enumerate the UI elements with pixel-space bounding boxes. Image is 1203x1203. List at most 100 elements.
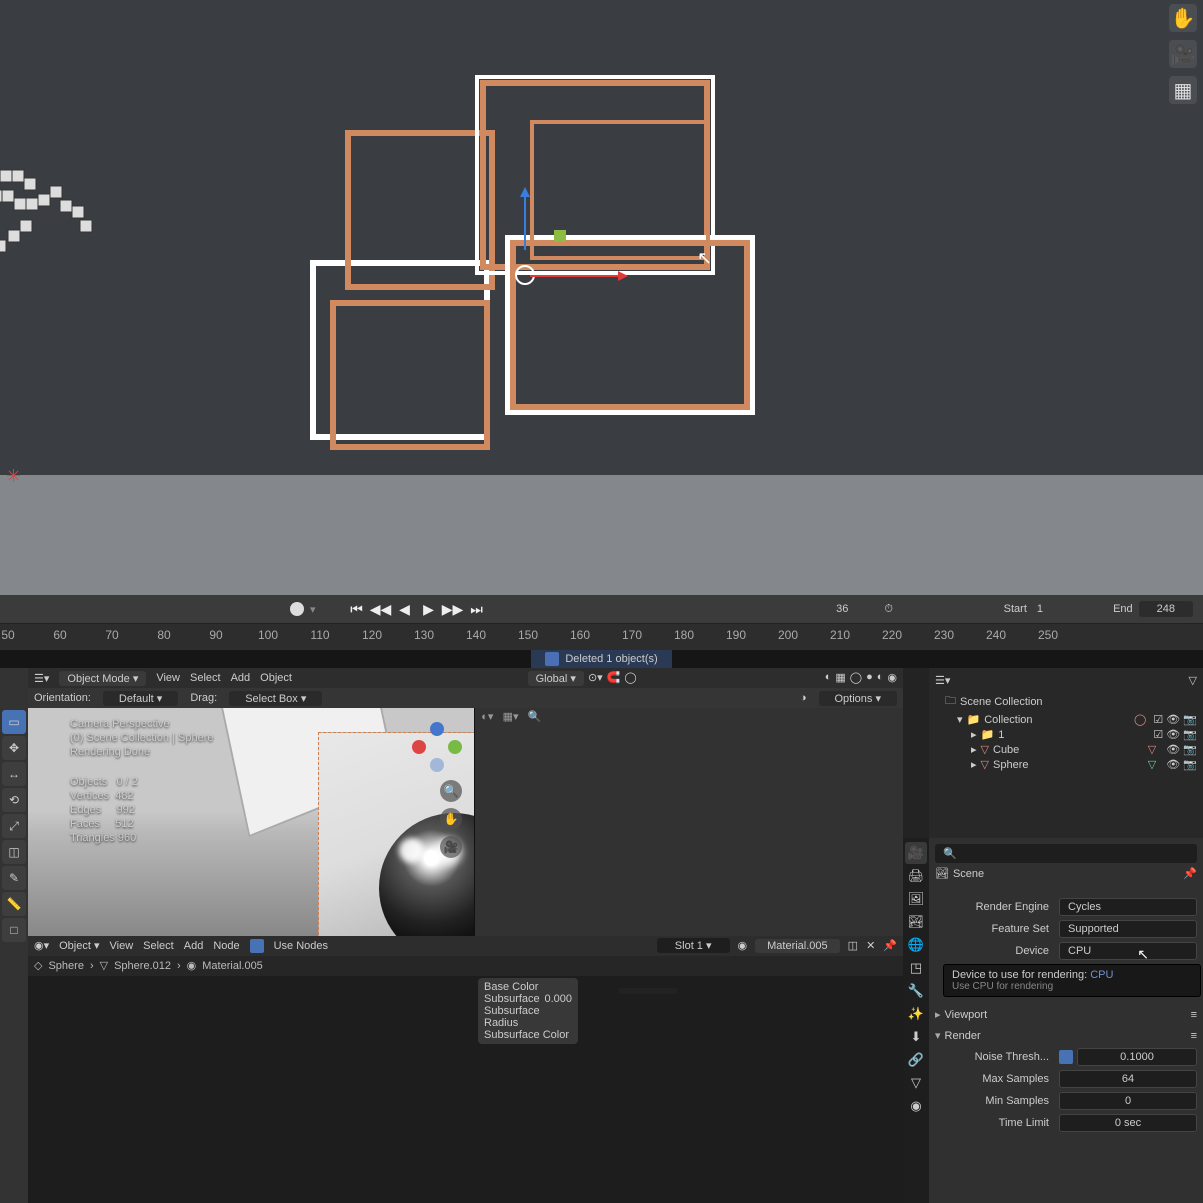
render-panel-header[interactable]: ▾Render≡ [935, 1027, 1197, 1044]
viewport-3d-top[interactable]: ↖ ✋ 🎥 ▦ ✳ [0, 0, 1203, 595]
jump-end-button[interactable]: ⏭ [468, 600, 486, 618]
select-tool[interactable]: ▭ [2, 710, 26, 734]
transform-tool[interactable]: ◫ [2, 840, 26, 864]
xray-toggle[interactable]: ▦ [835, 671, 845, 686]
annotate-tool[interactable]: ✎ [2, 866, 26, 890]
modifier-tab-icon[interactable]: 🔧 [905, 980, 927, 1002]
auto-keying-toggle[interactable] [290, 602, 304, 616]
options-popover[interactable]: Options ▾ [819, 691, 898, 706]
nav-z-icon[interactable] [430, 722, 444, 736]
nav-x-icon[interactable] [412, 740, 426, 754]
nav-gizmo[interactable] [412, 722, 462, 772]
render-tab-icon[interactable]: 🎥 [905, 842, 927, 864]
move-tool[interactable]: ↔ [2, 762, 26, 786]
transform-orientation[interactable]: Global ▾ [528, 671, 584, 686]
node-graph[interactable]: Base Color Subsurface0.000 Subsurface Ra… [28, 976, 903, 1203]
object-tab-icon[interactable]: ◳ [905, 957, 927, 979]
editor-type-icon[interactable]: ◉▾ [34, 939, 49, 952]
bc-material[interactable]: Material.005 [202, 960, 263, 972]
slot-select[interactable]: Slot 1 ▾ [657, 938, 730, 953]
outliner-row[interactable]: ▸▽Sphere ▽ 👁 📷 [935, 757, 1197, 772]
pan-icon[interactable]: ✋ [1169, 4, 1197, 32]
menu-view[interactable]: View [110, 940, 134, 952]
viewport-panel-header[interactable]: ▸Viewport≡ [935, 1006, 1197, 1023]
outliner-row[interactable]: ▸📁1 ☑ 👁 📷 [935, 727, 1197, 742]
funnel-icon[interactable]: ▽ [1189, 674, 1197, 687]
gizmo-toggle[interactable]: ◑ [800, 692, 807, 704]
menu-select[interactable]: Select [190, 672, 221, 684]
material-name[interactable]: Material.005 [755, 939, 840, 953]
min-samples-input[interactable]: 0 [1059, 1092, 1197, 1110]
drag-dropdown[interactable]: Select Box ▾ [229, 691, 322, 706]
output-node[interactable] [618, 988, 678, 994]
viewlayer-tab-icon[interactable]: 🖼 [905, 888, 927, 910]
bc-mesh[interactable]: Sphere.012 [114, 960, 171, 972]
material-users[interactable]: ◫ [848, 939, 858, 952]
keyframe-prev-button[interactable]: ◀◀ [372, 600, 390, 618]
particles-tab-icon[interactable]: ✨ [905, 1003, 927, 1025]
outliner-row[interactable]: ▾📁Collection ◯ ☑ 👁 📷 [935, 712, 1197, 727]
gizmo-x-axis[interactable] [530, 275, 620, 277]
image-editor[interactable]: ◐▾ ▦▾ 🔍 [474, 708, 903, 936]
render-engine-select[interactable]: Cycles [1059, 898, 1197, 916]
menu-select[interactable]: Select [143, 940, 174, 952]
outliner-row[interactable]: 🗀Scene Collection [935, 691, 1197, 712]
constraints-tab-icon[interactable]: 🔗 [905, 1049, 927, 1071]
snap-icon[interactable]: 🧲 [607, 671, 621, 686]
menu-object[interactable]: Object [260, 672, 292, 684]
camera-icon[interactable]: 🎥 [1169, 40, 1197, 68]
shading-solid[interactable]: ● [866, 671, 873, 686]
gizmo-y-handle[interactable] [554, 230, 566, 242]
keyframe-next-button[interactable]: ▶▶ [444, 600, 462, 618]
menu-node[interactable]: Node [213, 940, 239, 952]
gizmo-z-axis[interactable] [524, 190, 526, 250]
play-button[interactable]: ▶ [420, 600, 438, 618]
bsdf-node[interactable]: Base Color Subsurface0.000 Subsurface Ra… [478, 978, 578, 1044]
world-tab-icon[interactable]: 🌐 [905, 934, 927, 956]
scene-tab-icon[interactable]: 🏞 [905, 911, 927, 933]
camera-view-icon[interactable]: 🎥 [440, 836, 462, 858]
menu-add[interactable]: Add [231, 672, 251, 684]
menu-add[interactable]: Add [184, 940, 204, 952]
new-material-icon[interactable]: ✕ [866, 939, 875, 952]
scale-tool[interactable]: ⤢ [2, 814, 26, 838]
stopwatch-icon[interactable]: ⏱ [884, 603, 893, 616]
properties-search[interactable]: 🔍 [935, 844, 1197, 863]
filter-icon[interactable]: ☰▾ [935, 674, 950, 687]
add-cube-tool[interactable]: □ [2, 918, 26, 942]
proportional-icon[interactable]: ◯ [624, 671, 636, 686]
timeline-ruler[interactable]: 5060708090100110120130140150160170180190… [0, 623, 1203, 650]
output-tab-icon[interactable]: 🖨 [905, 865, 927, 887]
use-nodes-checkbox[interactable] [250, 939, 264, 953]
outliner-row[interactable]: ▸▽Cube ▽ 👁 📷 [935, 742, 1197, 757]
material-tab-icon[interactable]: ◉ [905, 1095, 927, 1117]
overlays-toggle[interactable]: ◐ [825, 671, 832, 686]
cursor-tool[interactable]: ✥ [2, 736, 26, 760]
menu-view[interactable]: View [156, 672, 180, 684]
end-frame-input[interactable]: 248 [1139, 601, 1193, 617]
pin-icon[interactable]: 📌 [883, 939, 897, 952]
node-mode-select[interactable]: Object ▾ [59, 939, 99, 952]
current-frame-input[interactable]: 36 [808, 601, 876, 617]
rotate-tool[interactable]: ⟲ [2, 788, 26, 812]
physics-tab-icon[interactable]: ⬇ [905, 1026, 927, 1048]
shading-wireframe[interactable]: ◯ [850, 671, 862, 686]
device-select[interactable]: CPU [1059, 942, 1197, 960]
zoom-icon[interactable]: 🔍 [440, 780, 462, 802]
noise-thresh-checkbox[interactable] [1059, 1050, 1073, 1064]
grid-icon[interactable]: ▦ [1169, 76, 1197, 104]
nav-neg-z-icon[interactable] [430, 758, 444, 772]
shading-material[interactable]: ◐ [877, 671, 884, 686]
pan-icon[interactable]: ✋ [440, 808, 462, 830]
editor-type-icon[interactable]: ☰▾ [34, 672, 49, 685]
pin-icon[interactable]: 📌 [1183, 867, 1197, 880]
jump-start-button[interactable]: ⏮ [348, 600, 366, 618]
feature-set-select[interactable]: Supported [1059, 920, 1197, 938]
mode-select[interactable]: Object Mode ▾ [59, 671, 146, 686]
nav-y-icon[interactable] [448, 740, 462, 754]
shading-rendered[interactable]: ◉ [887, 671, 897, 686]
orientation-dropdown[interactable]: Default ▾ [103, 691, 178, 706]
noise-thresh-input[interactable]: 0.1000 [1077, 1048, 1197, 1066]
play-reverse-button[interactable]: ◀ [396, 600, 414, 618]
pivot-icon[interactable]: ⊙▾ [588, 671, 603, 686]
